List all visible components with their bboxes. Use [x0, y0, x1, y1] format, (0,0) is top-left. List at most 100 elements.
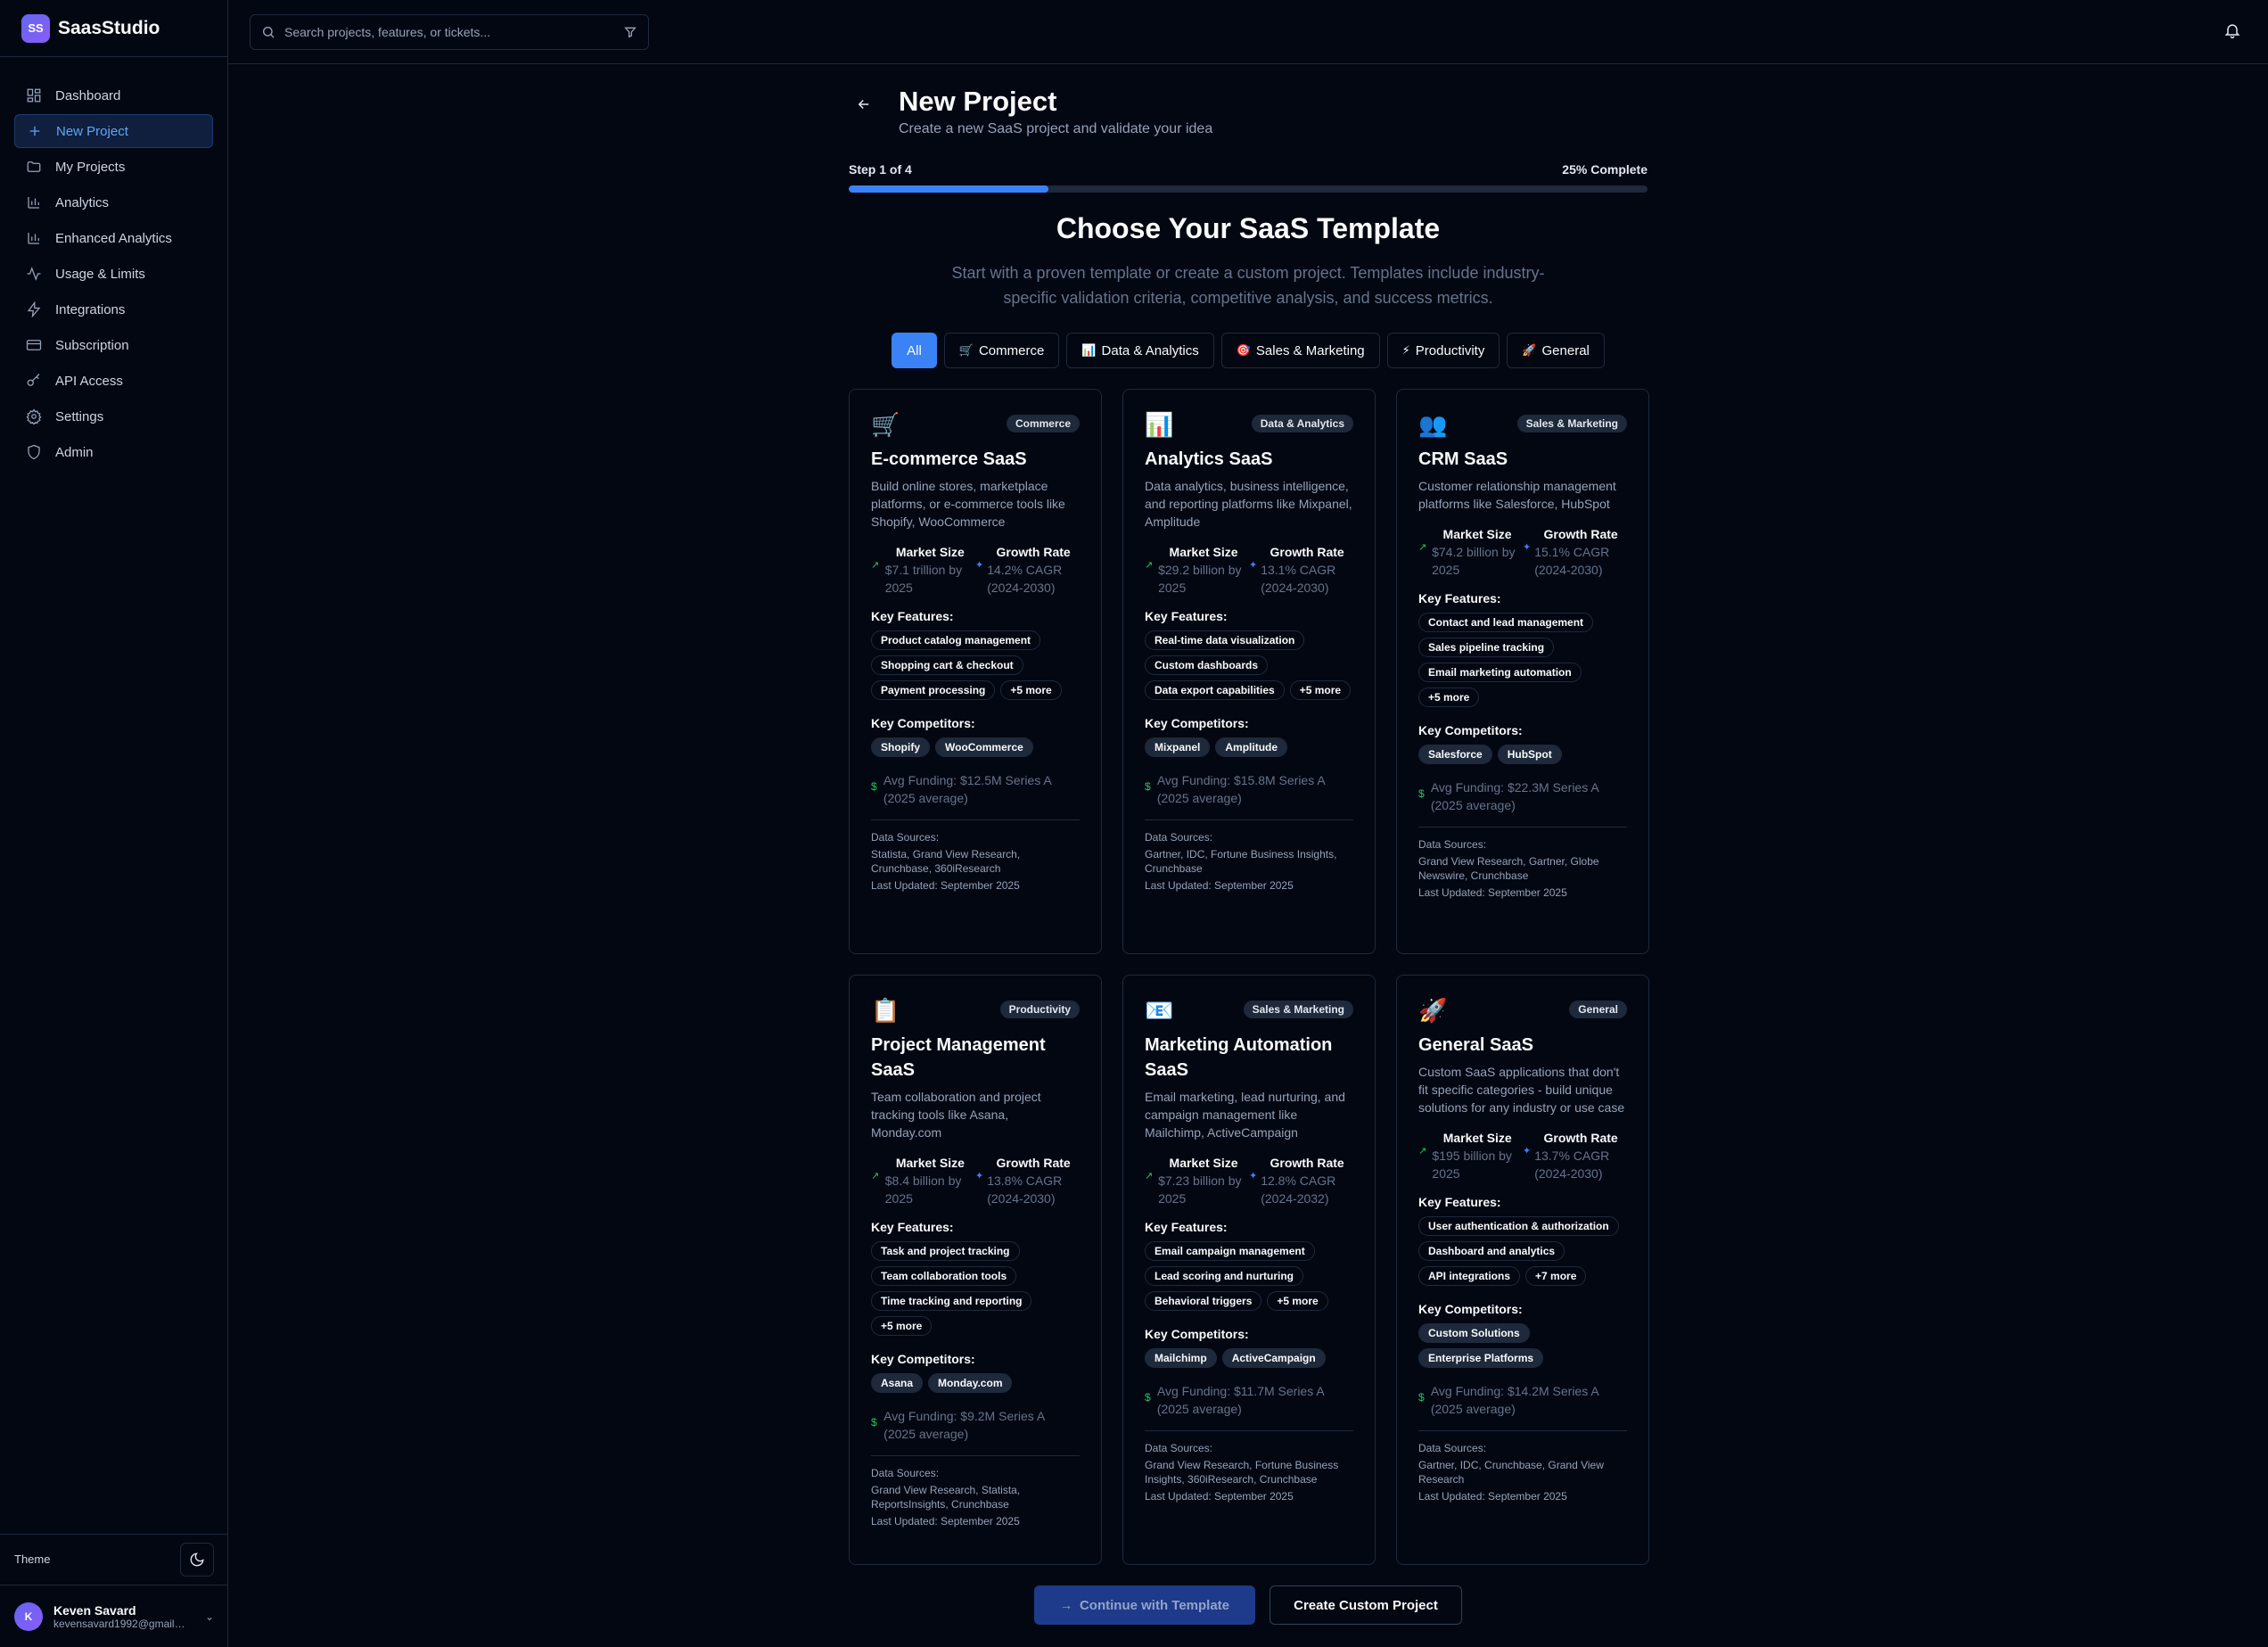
sparkle-icon: ✦: [1523, 1146, 1532, 1157]
sidebar-item-settings[interactable]: Settings: [14, 399, 213, 433]
template-card[interactable]: 📋 Productivity Project Management SaaS Team…: [849, 975, 1102, 1565]
last-updated: Last Updated: September 2025: [1145, 1490, 1294, 1503]
category-badge: Data & Analytics: [1251, 415, 1353, 432]
filter-data-analytics[interactable]: 📊 Data & Analytics: [1066, 333, 1214, 368]
competitor-chip: HubSpot: [1497, 745, 1562, 764]
sidebar-item-dashboard[interactable]: Dashboard: [14, 78, 213, 112]
market-size-metric: ↗ Market Size $195 billion by 2025: [1418, 1129, 1523, 1182]
filter-general[interactable]: 🚀 General: [1507, 333, 1605, 368]
metric-label: Growth Rate: [996, 545, 1071, 559]
dollar-icon: $: [1418, 787, 1425, 800]
bell-icon: [2224, 24, 2240, 39]
competitors-title: Key Competitors:: [1418, 1302, 1523, 1316]
metric-label: Market Size: [1442, 527, 1512, 541]
sidebar-item-enhanced-analytics[interactable]: Enhanced Analytics: [14, 221, 213, 255]
bar-chart-icon: [25, 194, 43, 211]
features-title: Key Features:: [1418, 1195, 1501, 1209]
template-card[interactable]: 👥 Sales & Marketing CRM SaaS Customer relat…: [1396, 389, 1649, 954]
brand[interactable]: SS SaasStudio: [0, 0, 227, 57]
theme-toggle-button[interactable]: [180, 1542, 214, 1577]
competitor-list: Mixpanel Amplitude: [1145, 737, 1353, 757]
search-icon: [263, 27, 275, 38]
trending-up-icon: ↗: [1145, 560, 1154, 571]
funding-text: Avg Funding: $14.2M Series A (2025 avera…: [1430, 1384, 1598, 1416]
sidebar-item-usage-limits[interactable]: Usage & Limits: [14, 257, 213, 291]
gear-icon: [25, 408, 43, 425]
sparkle-icon: ✦: [1249, 1171, 1258, 1182]
feature-chip: Dashboard and analytics: [1418, 1241, 1565, 1261]
arrow-right-icon: →: [1059, 1598, 1072, 1612]
search-input[interactable]: [284, 25, 623, 39]
feature-chip: Real-time data visualization: [1145, 630, 1305, 650]
funding: $ Avg Funding: $11.7M Series A (2025 aver…: [1145, 1382, 1353, 1418]
template-card[interactable]: 📧 Sales & Marketing Marketing Automation S…: [1122, 975, 1376, 1565]
features-title: Key Features:: [1145, 1220, 1228, 1234]
sidebar-item-integrations[interactable]: Integrations: [14, 292, 213, 326]
market-size-metric: ↗ Market Size $74.2 billion by 2025: [1418, 525, 1523, 579]
section-title: Choose Your SaaS Template: [1056, 212, 1441, 244]
filter-productivity[interactable]: ⚡ Productivity: [1386, 333, 1500, 368]
sidebar-item-api-access[interactable]: API Access: [14, 364, 213, 398]
market-size-metric: ↗ Market Size $7.23 billion by 2025: [1145, 1154, 1249, 1207]
growth-rate-metric: ✦ Growth Rate 12.8% CAGR (2024-2032): [1249, 1154, 1353, 1207]
user-menu[interactable]: K Keven Savard kevensavard1992@gmail.com…: [0, 1585, 228, 1647]
sidebar-item-analytics[interactable]: Analytics: [14, 185, 213, 219]
funding: $ Avg Funding: $12.5M Series A (2025 aver…: [871, 771, 1080, 807]
card-header: 📊 Data & Analytics: [1145, 411, 1353, 443]
market-size-metric: ↗ Market Size $29.2 billion by 2025: [1145, 543, 1249, 597]
sidebar-item-label: Enhanced Analytics: [55, 230, 172, 246]
feature-chip: Email marketing automation: [1418, 663, 1582, 682]
sparkle-icon: ✦: [1249, 560, 1258, 571]
competitors-title: Key Competitors:: [1418, 723, 1523, 737]
filter-commerce[interactable]: 🛒 Commerce: [943, 333, 1060, 368]
competitor-chip: Monday.com: [928, 1373, 1013, 1393]
card-header: 📋 Productivity: [871, 997, 1080, 1029]
theme-label: Theme: [14, 1552, 51, 1566]
avatar: K: [14, 1602, 43, 1631]
last-updated: Last Updated: September 2025: [871, 1515, 1020, 1528]
card-title: Project Management SaaS: [871, 1035, 1046, 1080]
growth-rate-metric: ✦ Growth Rate 14.2% CAGR (2024-2030): [975, 543, 1080, 597]
sidebar-item-my-projects[interactable]: My Projects: [14, 150, 213, 184]
competitor-chip: WooCommerce: [935, 737, 1033, 757]
template-card[interactable]: 🚀 General General SaaS Custom SaaS applicat…: [1396, 975, 1649, 1565]
filter-label: All: [907, 342, 922, 358]
sidebar-item-label: Integrations: [55, 301, 126, 317]
search-box[interactable]: [250, 14, 649, 50]
sidebar-item-subscription[interactable]: Subscription: [14, 328, 213, 362]
competitor-list: Asana Monday.com: [871, 1373, 1080, 1393]
topbar: [228, 0, 2268, 64]
sidebar-item-new-project[interactable]: New Project: [14, 114, 213, 148]
competitor-chip: Salesforce: [1418, 745, 1492, 764]
create-custom-project-button[interactable]: Create Custom Project: [1270, 1585, 1462, 1625]
template-card[interactable]: 📊 Data & Analytics Analytics SaaS Data anal…: [1122, 389, 1376, 954]
sidebar-nav: Dashboard New Project My Projects Analytics…: [0, 57, 227, 469]
card-description: Data analytics, business intelligence, a…: [1145, 479, 1352, 529]
continue-with-template-button[interactable]: → Continue with Template: [1034, 1585, 1255, 1625]
notifications-button[interactable]: [2223, 21, 2241, 44]
card-header: 🛒 Commerce: [871, 411, 1080, 443]
feature-chip: Shopping cart & checkout: [871, 655, 1023, 675]
feature-list: Product catalog management Shopping cart …: [871, 630, 1080, 700]
sources-title: Data Sources:: [1418, 838, 1487, 851]
zap-icon: [25, 301, 43, 318]
back-button[interactable]: [856, 96, 872, 117]
feature-list: Task and project tracking Team collaborat…: [871, 1241, 1080, 1336]
metrics: ↗ Market Size $7.1 trillion by 2025 ✦ Growth…: [871, 543, 1080, 597]
filter-all[interactable]: All: [892, 333, 937, 368]
template-card[interactable]: 🛒 Commerce E-commerce SaaS Build online sto…: [849, 389, 1102, 954]
sources-title: Data Sources:: [871, 831, 940, 844]
filter-emoji: ⚡: [1401, 343, 1410, 357]
filter-sales-marketing[interactable]: 🎯 Sales & Marketing: [1220, 333, 1380, 368]
sidebar-item-admin[interactable]: Admin: [14, 435, 213, 469]
feature-list: Real-time data visualization Custom dashb…: [1145, 630, 1353, 700]
feature-chip: +5 more: [1289, 680, 1352, 700]
trending-up-icon: ↗: [1145, 1171, 1154, 1182]
continue-label: Continue with Template: [1079, 1597, 1230, 1613]
section-subtitle: Start with a proven template or create a…: [951, 264, 1545, 307]
sidebar-item-label: API Access: [55, 373, 123, 389]
filter-icon[interactable]: [623, 25, 637, 39]
competitor-chip: Mailchimp: [1145, 1348, 1217, 1368]
feature-chip: Custom dashboards: [1145, 655, 1269, 675]
filter-label: General: [1541, 342, 1590, 358]
